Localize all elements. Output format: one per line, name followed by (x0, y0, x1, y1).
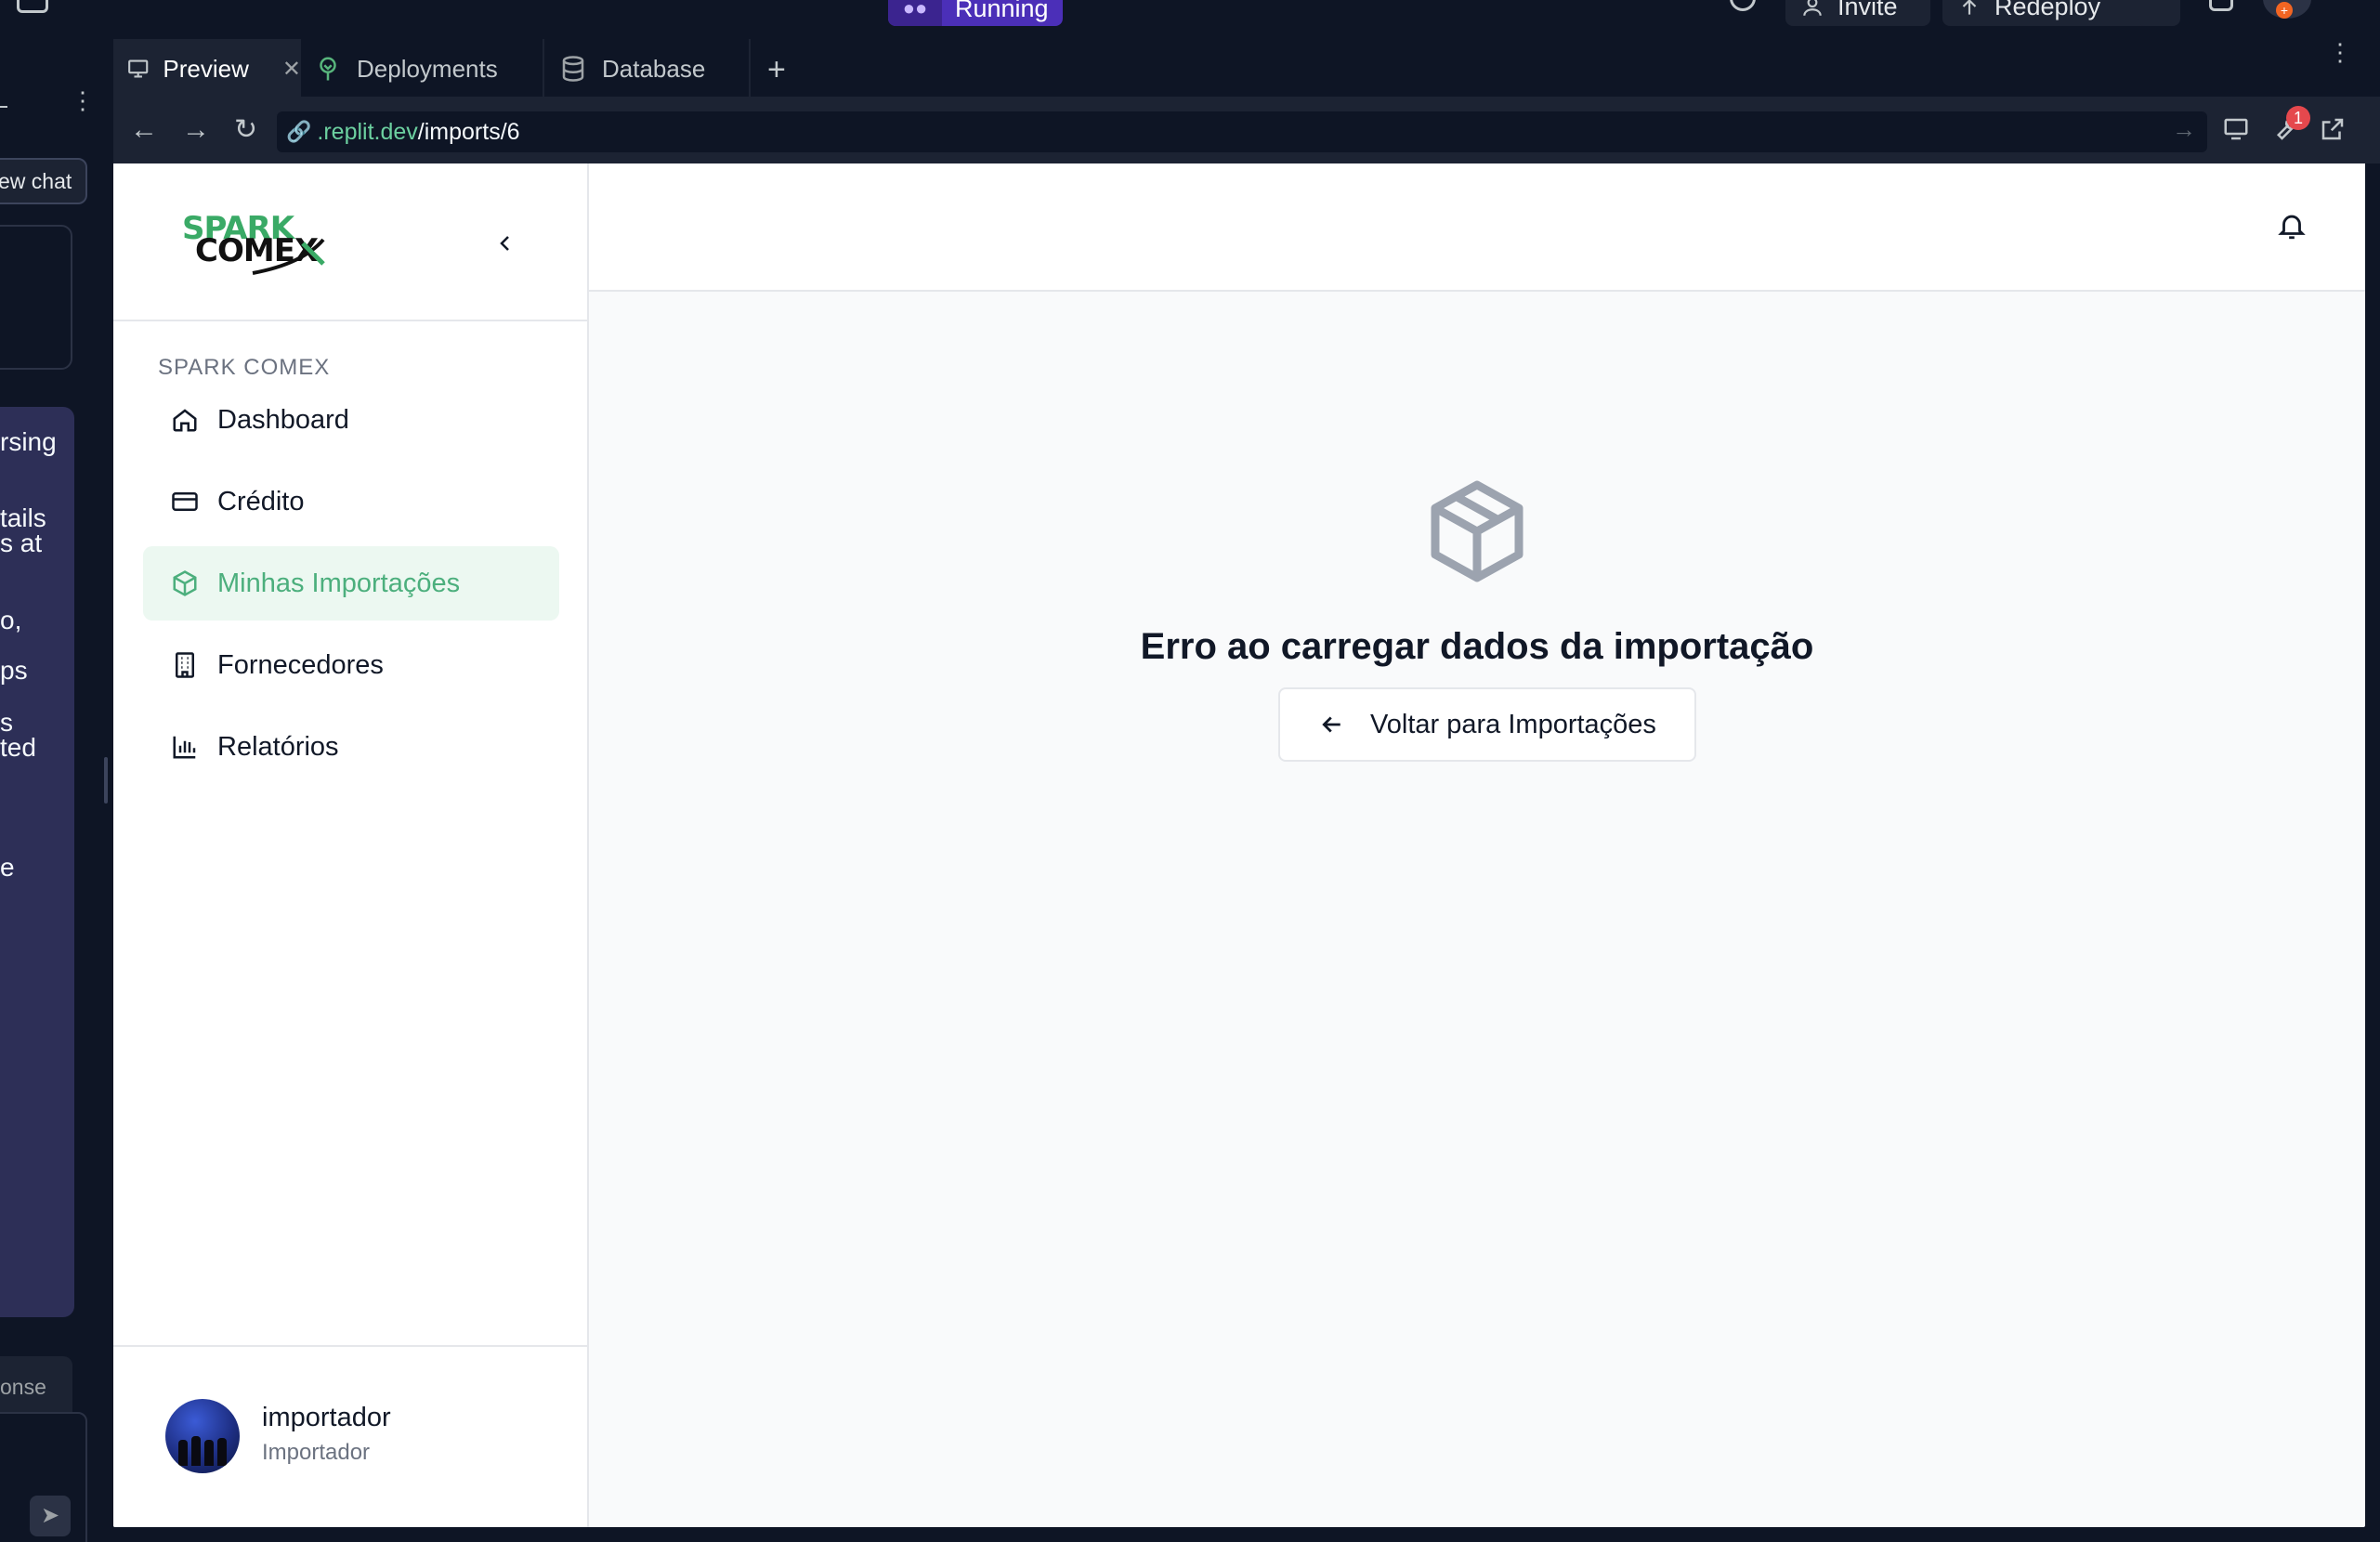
user-profile[interactable]: importador Importador (113, 1345, 589, 1527)
deploy-tree-icon (320, 57, 336, 81)
app-sidebar: SPARK COMEX SPARK COMEX Dashboard Crédit… (113, 163, 589, 1527)
bell-icon[interactable] (2276, 210, 2308, 242)
url-input[interactable]: 🔗 .replit.dev /imports/6 (277, 111, 2207, 152)
chat-text-fragment: rsing (0, 427, 57, 456)
run-status-label: Running (955, 0, 1049, 22)
sidebar-header: SPARK COMEX (113, 163, 589, 321)
panel-resize-handle[interactable] (104, 757, 108, 804)
response-label: onse (0, 1356, 72, 1416)
run-status-button[interactable]: ●● Running (888, 0, 1063, 26)
back-arrow-icon[interactable]: ← (130, 115, 158, 145)
app-header (589, 163, 2365, 292)
agent-chat-panel: ⋮ ew chat rsing tails s at o, ps s ted e… (0, 39, 104, 1542)
invite-label: Invite (1837, 0, 1898, 20)
account-badge: + (2276, 2, 2293, 19)
sidebar-item-label: Dashboard (217, 404, 349, 435)
sidebar-toggle-icon[interactable] (17, 0, 48, 13)
tab-preview[interactable]: Preview ✕ (113, 39, 301, 98)
device-icon[interactable] (2222, 115, 2250, 143)
sidebar-item-credito[interactable]: Crédito (143, 464, 559, 539)
credit-card-icon (172, 492, 198, 511)
go-arrow-icon[interactable]: → (2172, 115, 2196, 144)
tab-label: Preview (163, 54, 249, 83)
collapse-sidebar-icon[interactable] (494, 232, 517, 255)
logo-swoosh-icon (252, 238, 325, 275)
app-preview: SPARK COMEX SPARK COMEX Dashboard Crédit… (113, 163, 2365, 1527)
url-path: /imports/6 (417, 118, 520, 145)
panel-dash (0, 106, 7, 108)
sidebar-item-minhas-importacoes[interactable]: Minhas Importações (143, 546, 559, 621)
bar-chart-icon (173, 736, 196, 759)
sidebar-item-label: Minhas Importações (217, 568, 461, 598)
layout-icon[interactable] (2138, 0, 2180, 26)
package-icon (1431, 480, 1523, 582)
notifications-icon[interactable] (2209, 0, 2233, 11)
database-icon (562, 56, 584, 82)
chat-text-fragment: ted (0, 733, 36, 762)
tab-deployments[interactable]: Deployments (305, 39, 544, 98)
tab-label: Database (602, 54, 706, 83)
home-icon (173, 409, 197, 432)
building-icon (176, 652, 194, 678)
send-icon[interactable]: ➤ (30, 1496, 71, 1536)
chat-text-fragment: o, (0, 606, 22, 634)
redeploy-label: Redeploy (1994, 0, 2101, 20)
error-title: Erro ao carregar dados da importação (1140, 626, 1814, 667)
chat-message-card: rsing tails s at o, ps s ted e (0, 407, 74, 1317)
add-tab-icon[interactable]: + (767, 52, 786, 88)
user-icon (1803, 0, 1822, 16)
sidebar-item-dashboard[interactable]: Dashboard (143, 383, 559, 457)
sidebar-item-relatorios[interactable]: Relatórios (143, 710, 559, 784)
invite-button[interactable]: Invite (1785, 0, 1930, 26)
avatar (165, 1399, 240, 1473)
chat-message-card (0, 225, 72, 370)
redeploy-button[interactable]: Redeploy (1942, 0, 2170, 26)
forward-arrow-icon[interactable]: → (182, 115, 210, 145)
sidebar-item-label: Fornecedores (217, 649, 384, 680)
user-name: importador (262, 1403, 391, 1432)
tab-label: Deployments (357, 54, 498, 83)
spark-comex-logo[interactable]: SPARK COMEX (182, 210, 331, 275)
sidebar-item-fornecedores[interactable]: Fornecedores (143, 628, 559, 702)
reload-icon[interactable]: ↻ (234, 115, 257, 145)
chat-text-fragment: s at (0, 529, 43, 557)
sidebar-item-label: Relatórios (217, 731, 339, 762)
open-external-icon[interactable] (2319, 115, 2347, 143)
running-icon: ●● (888, 0, 942, 26)
url-host: .replit.dev (317, 118, 418, 145)
chat-text-fragment: e (0, 853, 15, 882)
chat-text-fragment: ps (0, 656, 28, 685)
sidebar-item-label: Crédito (217, 486, 305, 516)
user-role: Importador (262, 1440, 371, 1465)
arrow-left-icon (1322, 716, 1340, 733)
back-button-label: Voltar para Importações (1370, 709, 1656, 739)
pane-menu-icon[interactable]: ⋮ (2328, 40, 2352, 64)
sidebar-section-title: SPARK COMEX (158, 355, 331, 380)
package-icon (173, 570, 197, 596)
devtools-badge: 1 (2286, 106, 2310, 130)
chat-menu-icon[interactable]: ⋮ (71, 88, 95, 123)
monitor-icon (128, 59, 149, 78)
tab-database[interactable]: Database (548, 39, 751, 98)
link-icon: 🔗 (286, 120, 312, 143)
upload-icon (1962, 0, 1977, 15)
close-icon[interactable]: ✕ (282, 56, 301, 83)
new-chat-button[interactable]: ew chat (0, 158, 87, 204)
back-to-imports-button[interactable]: Voltar para Importações (1278, 687, 1696, 762)
